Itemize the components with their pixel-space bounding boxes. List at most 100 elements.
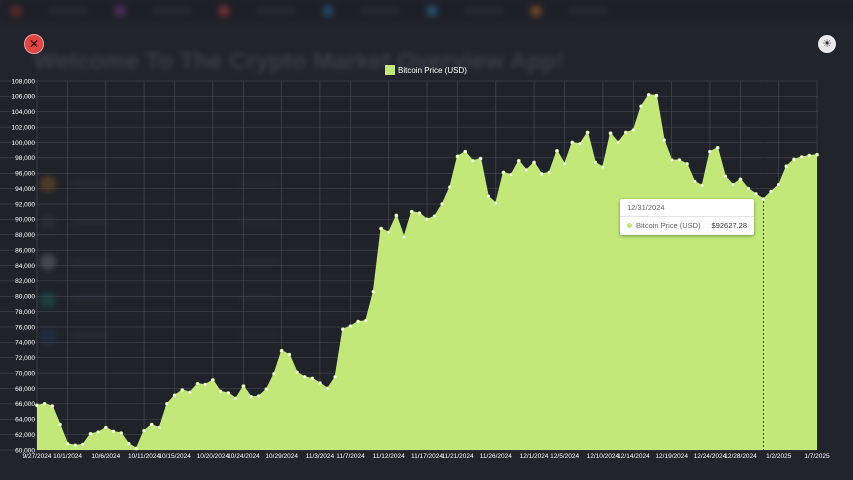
data-point (700, 183, 705, 188)
y-tick-label: 82,000 (15, 278, 35, 285)
data-point (578, 142, 582, 146)
data-point (425, 217, 429, 222)
data-point (310, 376, 315, 381)
x-tick-label: 12/19/2024 (655, 453, 688, 460)
data-point (662, 138, 666, 143)
y-tick-label: 78,000 (15, 309, 35, 316)
data-point (516, 159, 521, 163)
data-point (807, 153, 812, 158)
data-point (203, 382, 208, 387)
x-tick-label: 11/3/2024 (306, 453, 335, 460)
x-tick-label: 11/7/2024 (336, 453, 365, 460)
data-point (463, 149, 468, 154)
x-tick-label: 10/1/2024 (53, 453, 82, 460)
x-tick-label: 10/24/2024 (227, 453, 260, 460)
data-point (119, 431, 124, 435)
data-point (417, 211, 422, 216)
tooltip-series-swatch (627, 223, 632, 228)
x-tick-label: 11/12/2024 (373, 453, 405, 460)
x-tick-label: 10/15/2024 (158, 453, 191, 460)
data-point (394, 213, 399, 218)
data-point (692, 179, 697, 184)
data-point (134, 446, 139, 451)
data-point (493, 201, 498, 206)
data-point (195, 381, 200, 386)
data-point (593, 160, 598, 165)
x-tick-label: 12/10/2024 (587, 453, 620, 460)
y-tick-label: 98,000 (15, 155, 35, 162)
data-point (600, 165, 605, 170)
theme-toggle-button[interactable]: ☀ (818, 35, 836, 53)
data-point (539, 172, 544, 176)
data-point (80, 442, 85, 447)
data-point (746, 186, 751, 191)
data-point (470, 159, 475, 163)
x-tick-label: 12/1/2024 (520, 453, 549, 460)
tooltip-value: $92627.28 (711, 221, 747, 230)
data-point (340, 327, 345, 332)
chart-tooltip: 12/31/2024 Bitcoin Price (USD) $92627.28 (620, 199, 754, 235)
data-point (646, 92, 651, 97)
x-tick-label: 11/21/2024 (442, 453, 474, 460)
y-tick-label: 88,000 (15, 232, 35, 239)
data-point (776, 182, 781, 187)
data-point (738, 177, 743, 182)
x-tick-label: 12/24/2024 (694, 453, 727, 460)
x-tick-label: 10/20/2024 (197, 453, 230, 460)
x-tick-label: 11/17/2024 (411, 453, 443, 460)
data-point (448, 185, 452, 189)
x-axis: 9/27/2024 10/1/2024 10/6/2024 10/11/202410/… (23, 453, 830, 460)
data-point (501, 170, 506, 175)
data-point (226, 391, 231, 396)
data-point (723, 174, 728, 179)
data-point (639, 104, 644, 109)
data-point (172, 393, 177, 398)
data-point (180, 388, 185, 392)
legend-label[interactable]: Bitcoin Price (USD) (398, 66, 467, 75)
y-tick-label: 62,000 (15, 432, 35, 439)
y-tick-label: 108,000 (12, 78, 36, 85)
legend-swatch[interactable] (385, 65, 395, 75)
x-tick-label: 1/2/2025 (766, 453, 792, 460)
data-point (654, 93, 659, 98)
x-tick-label: 10/29/2024 (265, 453, 298, 460)
tooltip-divider (620, 216, 754, 217)
y-tick-label: 84,000 (15, 263, 35, 270)
data-point (585, 130, 590, 135)
data-point (264, 387, 269, 392)
close-button[interactable]: ✕ (24, 34, 44, 54)
data-point (608, 131, 613, 136)
data-point (730, 182, 735, 187)
close-icon: ✕ (28, 37, 40, 51)
y-tick-label: 76,000 (15, 324, 35, 331)
data-point (669, 158, 674, 163)
y-tick-label: 66,000 (15, 401, 35, 408)
data-point (715, 145, 720, 150)
data-point (233, 396, 238, 401)
data-point (256, 394, 261, 399)
data-point (792, 157, 796, 162)
data-point (386, 230, 391, 235)
data-point (547, 170, 552, 175)
data-point (440, 202, 445, 206)
data-point (562, 162, 567, 166)
data-point (333, 375, 338, 379)
y-tick-label: 94,000 (15, 186, 35, 193)
data-point (677, 158, 682, 163)
y-tick-label: 86,000 (15, 247, 35, 254)
y-tick-label: 100,000 (12, 140, 36, 147)
data-point (103, 425, 108, 430)
data-point (73, 443, 78, 448)
data-point (126, 441, 131, 446)
y-tick-label: 80,000 (15, 294, 35, 301)
tooltip-date: 12/31/2024 (627, 203, 665, 212)
data-point (241, 384, 246, 389)
chart-legend[interactable]: Bitcoin Price (USD) (385, 65, 467, 75)
data-point (356, 319, 361, 324)
data-point (318, 381, 322, 386)
data-point (249, 395, 254, 399)
data-point (570, 140, 575, 145)
y-tick-label: 72,000 (15, 355, 35, 362)
x-tick-label: 12/14/2024 (617, 453, 650, 460)
data-point (532, 160, 536, 165)
